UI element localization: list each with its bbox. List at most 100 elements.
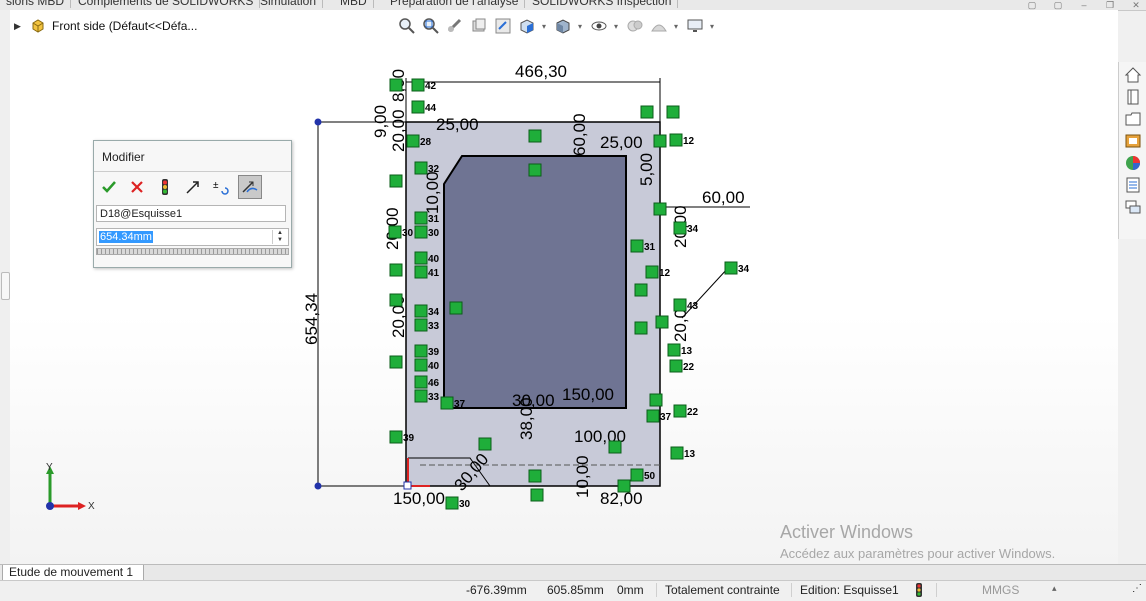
dimension-options-button[interactable] — [238, 175, 262, 199]
relation-icon[interactable] — [406, 134, 420, 148]
relation-icon[interactable] — [388, 225, 402, 239]
relation-icon[interactable] — [646, 409, 660, 423]
status-units[interactable]: MMGS — [982, 583, 1019, 597]
relation-icon[interactable] — [414, 318, 428, 332]
status-y-coord: 605.85mm — [547, 583, 604, 597]
relation-icon[interactable] — [655, 315, 669, 329]
value-spinner[interactable]: ▲ ▼ — [272, 230, 287, 244]
close-icon — [131, 181, 143, 193]
relation-icon[interactable] — [653, 134, 667, 148]
relation-icon[interactable] — [673, 221, 687, 235]
relation-icon[interactable] — [669, 133, 683, 147]
relation-number: 34 — [428, 307, 440, 318]
relation-number: 33 — [428, 392, 440, 403]
relation-icon[interactable] — [528, 163, 542, 177]
dim-handle[interactable] — [314, 118, 322, 126]
relation-icon[interactable] — [634, 283, 648, 297]
relation-icon[interactable] — [449, 301, 463, 315]
dimension-value-text[interactable]: 654.34mm — [99, 231, 153, 243]
inner-cutout[interactable] — [443, 155, 627, 409]
relation-icon[interactable] — [666, 105, 680, 119]
relation-number: 32 — [428, 164, 440, 175]
relation-icon[interactable] — [445, 496, 459, 510]
dim-left-e[interactable]: 20,00 — [389, 109, 408, 152]
relation-icon[interactable] — [528, 129, 542, 143]
relation-icon[interactable] — [670, 446, 684, 460]
relation-icon[interactable] — [478, 437, 492, 451]
relation-icon[interactable] — [634, 321, 648, 335]
relation-icon[interactable] — [414, 344, 428, 358]
reference-triad: Y X — [46, 462, 95, 512]
dim-top-a[interactable]: 25,00 — [436, 115, 479, 134]
dim-top-b[interactable]: 60,00 — [570, 113, 589, 156]
origin-point[interactable] — [403, 481, 412, 490]
relation-icon[interactable] — [414, 265, 428, 279]
relation-number: 40 — [428, 361, 440, 372]
relation-icon[interactable] — [669, 359, 683, 373]
relation-icon[interactable] — [653, 202, 667, 216]
relation-icon[interactable] — [630, 468, 644, 482]
dim-mid-c[interactable]: 38,00 — [517, 397, 536, 440]
relation-icon[interactable] — [673, 404, 687, 418]
relation-icon[interactable] — [630, 239, 644, 253]
relation-number: 39 — [403, 433, 415, 444]
resize-grip-icon[interactable]: ⋰ — [1132, 583, 1142, 594]
dim-left-b[interactable]: 9,00 — [371, 105, 390, 138]
relation-icon[interactable] — [389, 355, 403, 369]
tab-motion-study[interactable]: Etude de mouvement 1 — [2, 565, 145, 581]
relation-icon[interactable] — [414, 225, 428, 239]
ok-button[interactable] — [98, 176, 120, 198]
relation-icon[interactable] — [414, 161, 428, 175]
relation-icon[interactable] — [411, 100, 425, 114]
mark-for-drawing-button[interactable]: ± — [210, 176, 232, 198]
relation-icon[interactable] — [389, 293, 403, 307]
cancel-button[interactable] — [126, 176, 148, 198]
relation-icon[interactable] — [649, 393, 663, 407]
relation-number: 43 — [687, 301, 699, 312]
dim-width-top[interactable]: 466,30 — [515, 62, 567, 81]
relation-icon[interactable] — [645, 265, 659, 279]
chevron-up-icon[interactable]: ▴ — [1052, 583, 1057, 594]
relation-icon[interactable] — [530, 488, 544, 502]
thumbwheel-slider[interactable] — [96, 248, 289, 255]
dimension-value-field[interactable]: 654.34mm ▲ ▼ — [96, 228, 289, 246]
dim-cut-b[interactable]: 10,00 — [423, 171, 442, 214]
dim-handle[interactable] — [314, 482, 322, 490]
dim-right-c[interactable]: 5,00 — [637, 153, 656, 186]
rebuild-button[interactable] — [154, 176, 176, 198]
sketch-drawing[interactable]: 466,30 654,34 60,00 25,00 60,00 25,00 15… — [0, 0, 1146, 598]
relation-icon[interactable] — [411, 78, 425, 92]
relation-icon[interactable] — [617, 479, 631, 493]
relation-icon[interactable] — [528, 469, 542, 483]
relation-icon[interactable] — [667, 343, 681, 357]
relation-icon[interactable] — [389, 174, 403, 188]
relation-icon[interactable] — [389, 78, 403, 92]
relation-icon[interactable] — [414, 211, 428, 225]
divider — [656, 583, 657, 597]
status-bar: -676.39mm 605.85mm 0mm Totalement contra… — [0, 580, 1146, 599]
dim-mid-a[interactable]: 150,00 — [562, 385, 614, 404]
relation-icon[interactable] — [414, 304, 428, 318]
dim-bot-d[interactable]: 10,00 — [573, 455, 592, 498]
dim-bot-c[interactable]: 150,00 — [393, 489, 445, 508]
relation-number: 12 — [659, 268, 671, 279]
rebuild-status-icon[interactable] — [914, 582, 924, 601]
relation-icon[interactable] — [414, 389, 428, 403]
dim-top-c[interactable]: 25,00 — [600, 133, 643, 152]
windows-activation-watermark: Activer Windows Accédez aux paramètres p… — [780, 522, 1055, 561]
relation-icon[interactable] — [640, 105, 654, 119]
dim-height-left[interactable]: 654,34 — [302, 293, 321, 345]
reverse-dimension-button[interactable] — [182, 176, 204, 198]
relation-icon[interactable] — [608, 440, 622, 454]
dim-right-offset[interactable]: 60,00 — [702, 188, 745, 207]
relation-icon[interactable] — [414, 251, 428, 265]
dialog-title: Modifier — [102, 150, 145, 164]
relation-icon[interactable] — [414, 375, 428, 389]
relation-icon[interactable] — [389, 263, 403, 277]
relation-icon[interactable] — [389, 430, 403, 444]
relation-icon[interactable] — [724, 261, 738, 275]
relation-icon[interactable] — [673, 298, 687, 312]
dimension-name-field[interactable]: D18@Esquisse1 — [96, 205, 286, 222]
relation-icon[interactable] — [440, 396, 454, 410]
relation-icon[interactable] — [414, 358, 428, 372]
